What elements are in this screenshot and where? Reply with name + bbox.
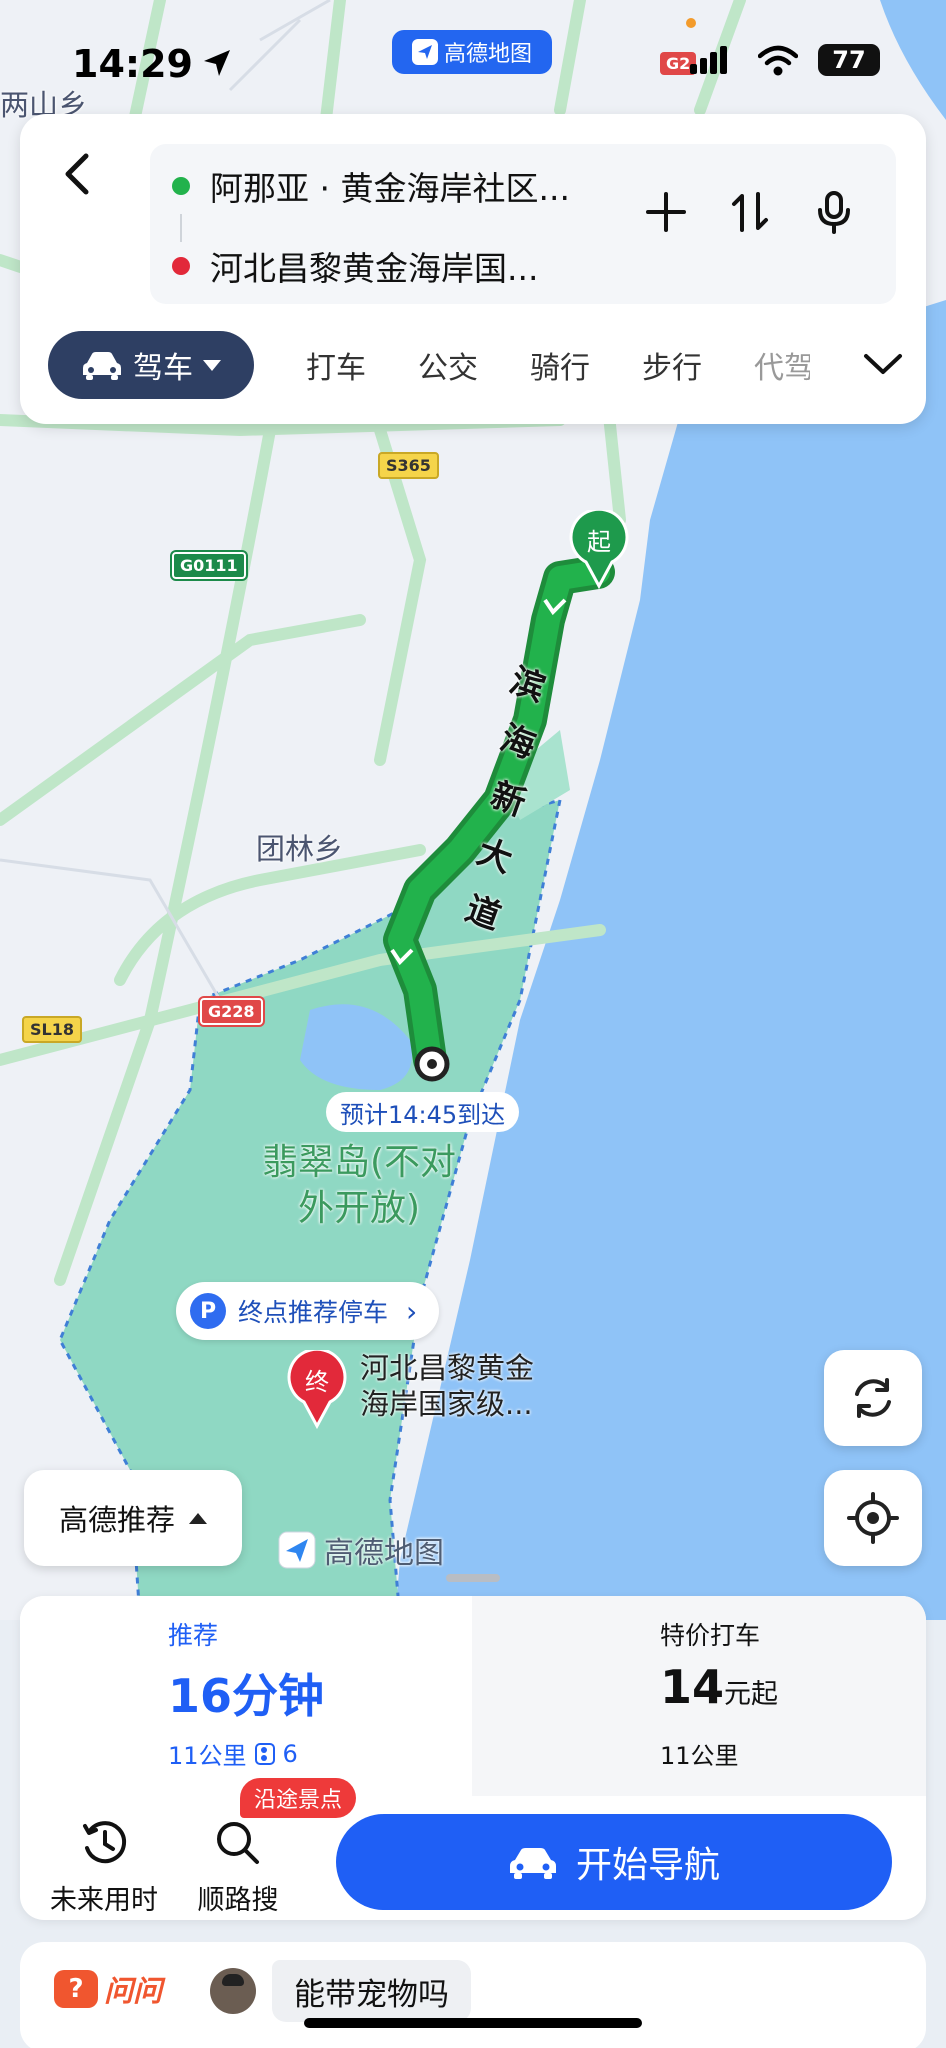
car-icon [509,1848,556,1879]
start-pin-icon[interactable]: 起 [568,510,630,590]
location-arrow-icon [204,50,230,76]
plan-meta: 11公里 6 [168,1739,298,1771]
privacy-indicator [686,18,696,28]
wifi-icon [758,45,798,76]
battery-indicator: 77 [818,44,880,76]
route-bottom-sheet: 推荐 16分钟 11公里 6 特价打车 14元起 11公里 未来用时 顺路搜 沿… [0,1574,946,2048]
plan-recommended[interactable]: 推荐 16分钟 11公里 6 [20,1596,472,1796]
crosshair-icon [847,1492,899,1544]
start-navigation-button[interactable]: 开始导航 [336,1814,892,1910]
route-planning-panel: 阿那亚 · 黄金海岸社区... 河北昌黎黄金海岸国... 驾车 打车 公交 骑行… [20,114,926,424]
car-icon [83,352,121,380]
route-plan-card: 推荐 16分钟 11公里 6 特价打车 14元起 11公里 未来用时 顺路搜 沿… [20,1596,926,1920]
tab-taxi[interactable]: 打车 [306,343,366,387]
chevron-down-icon[interactable] [860,344,906,384]
traffic-light-icon [254,1742,275,1765]
sheet-grabber[interactable] [446,1574,500,1582]
origin-text: 阿那亚 · 黄金海岸社区... [210,169,570,208]
travel-mode-tabs: 驾车 打车 公交 骑行 步行 代驾 [48,330,928,400]
swap-icon[interactable] [728,190,772,234]
tab-transit[interactable]: 公交 [418,343,478,387]
status-time: 14:29 [72,42,193,86]
island-label: 翡翠岛(不对 外开放) [261,1142,457,1229]
future-time-button[interactable]: 未来用时 [44,1818,164,1917]
tab-drive[interactable]: 驾车 [48,331,254,399]
search-icon [217,1822,259,1864]
road-shield: G0111 [172,552,246,579]
refresh-icon [855,1378,891,1418]
along-route-badge: 沿途景点 [240,1778,357,1818]
amap-app-icon [411,39,438,65]
road-shield: SL18 [22,1016,82,1043]
status-bar: 14:29 高德地图 77 [0,18,946,90]
ask-card[interactable]: ? 问问 能带宠物吗 [20,1942,926,2048]
refresh-route-button[interactable] [824,1350,922,1446]
amap-logo-icon [278,1531,316,1569]
route-tools [644,190,856,234]
place-label: 团林乡 [256,832,344,866]
route-road-name: 滨 海 新 大 道 [460,660,551,938]
microphone-icon[interactable] [812,190,856,234]
parking-label: 终点推荐停车 [238,1298,389,1327]
caret-down-icon [203,359,221,371]
plan-price: 14元起 [660,1660,779,1714]
tab-cycling[interactable]: 骑行 [530,343,590,387]
destination-label[interactable]: 河北昌黎黄金 海岸国家级... [360,1350,534,1422]
plan-meta: 11公里 [660,1742,739,1770]
chevron-right-icon: › [406,1294,418,1328]
back-to-app-pill[interactable]: 高德地图 [392,30,552,74]
plan-tag: 特价打车 [660,1621,761,1650]
parking-icon: P [190,1293,226,1329]
ask-question[interactable]: 能带宠物吗 [272,1960,471,2022]
clock-history-icon [83,1821,127,1864]
plan-duration: 16分钟 [168,1669,325,1723]
map-watermark: 高德地图 [278,1528,444,1572]
tab-walking[interactable]: 步行 [642,343,702,387]
route-preference-label: 高德推荐 [58,1503,175,1537]
plan-tag: 推荐 [168,1621,219,1650]
destination-text: 河北昌黎黄金海岸国... [210,249,539,288]
add-waypoint-icon[interactable] [644,190,688,234]
avatar [210,1968,256,2014]
destination-dot [172,257,190,275]
road-shield: G228 [200,998,263,1025]
home-indicator[interactable] [304,2018,642,2028]
locate-me-button[interactable] [824,1470,922,1566]
question-bubble-icon: ? [54,1970,98,2008]
origin-field[interactable]: 阿那亚 · 黄金海岸社区... [172,156,570,216]
destination-parking-button[interactable]: P 终点推荐停车 › [176,1282,440,1340]
back-arrow-icon[interactable] [48,144,108,204]
destination-field[interactable]: 河北昌黎黄金海岸国... [172,236,538,296]
end-marker-text: 终 [305,1368,329,1396]
along-route-search-button[interactable]: 顺路搜 [178,1818,298,1917]
origin-dot [172,177,190,195]
plan-taxi[interactable]: 特价打车 14元起 11公里 [472,1596,926,1796]
ask-logo: ? 问问 [54,1968,162,2010]
eta-label: 预计14:45到达 [326,1092,520,1132]
route-preference-chip[interactable]: 高德推荐 [24,1470,242,1566]
start-marker-text: 起 [587,528,611,556]
signal-icon [690,46,727,74]
caret-up-icon [189,1512,207,1524]
destination-pin-icon[interactable]: 终 [286,1350,348,1430]
road-shield: S365 [378,452,439,479]
tab-designated-driver[interactable]: 代驾 [754,343,810,387]
origin-destination-box: 阿那亚 · 黄金海岸社区... 河北昌黎黄金海岸国... [150,144,896,304]
